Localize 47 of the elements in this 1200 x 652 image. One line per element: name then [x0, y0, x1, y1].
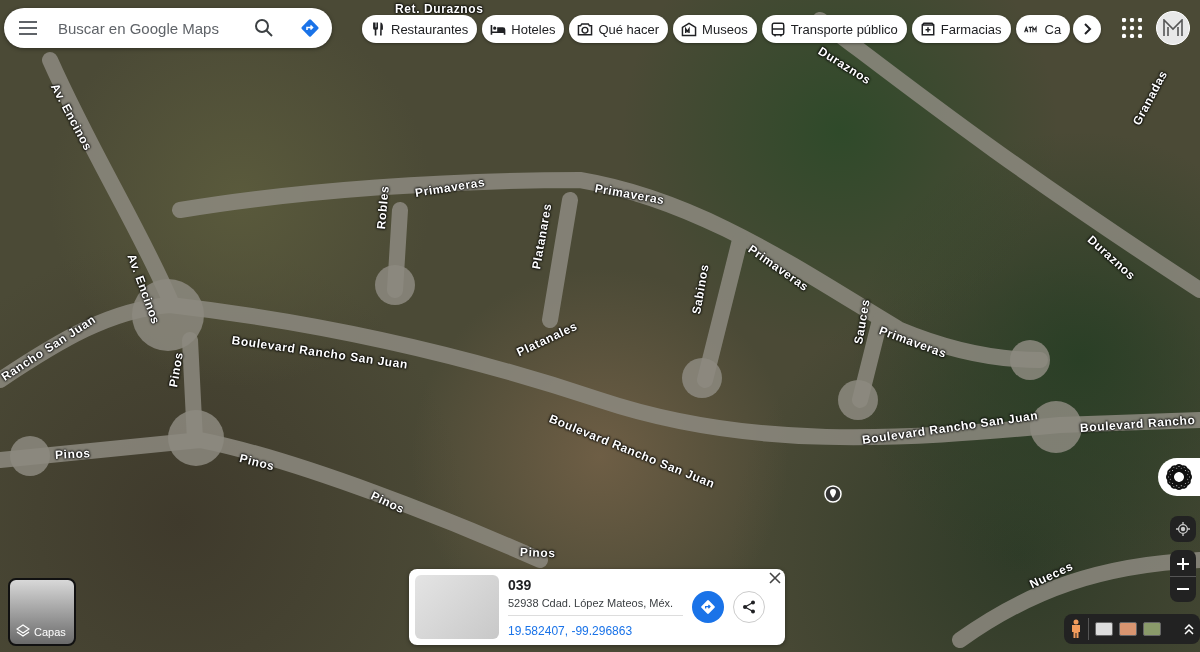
traffic-thumbnail[interactable] [1119, 622, 1137, 636]
plus-icon [1177, 558, 1189, 570]
search-icon[interactable] [254, 18, 274, 38]
place-pin-icon[interactable] [824, 485, 842, 503]
coordinates-link[interactable]: 19.582407, -99.296863 [508, 623, 633, 638]
location-target-icon [1176, 521, 1190, 537]
apps-grid-icon[interactable] [1122, 18, 1142, 38]
street-label: Boulevard Rancho [1079, 412, 1196, 435]
directions-icon [700, 599, 716, 615]
category-chip[interactable]: Restaurantes [362, 15, 478, 43]
directions-button[interactable] [692, 591, 724, 623]
my-location-button[interactable] [1170, 516, 1196, 542]
street-label: Pinos [54, 446, 92, 462]
category-chip[interactable]: Hoteles [482, 15, 565, 43]
museum-icon [680, 20, 699, 38]
category-chip[interactable]: Transporte público [761, 15, 907, 43]
street-label: Sauces [851, 298, 873, 346]
share-icon [742, 600, 756, 614]
terrain-thumbnail[interactable] [1095, 622, 1113, 636]
category-chip[interactable]: Farmacias [911, 15, 1011, 43]
share-button[interactable] [733, 591, 765, 623]
street-label: Primaveras [414, 175, 487, 200]
expand-icon[interactable] [1184, 623, 1194, 635]
street-label: Primaveras [593, 181, 666, 208]
place-address: 52938 Cdad. López Mateos, Méx. [508, 596, 683, 616]
street-label: Sabinos [689, 262, 712, 316]
layers-button[interactable]: Capas [8, 578, 76, 646]
pegman-icon[interactable] [1070, 619, 1082, 639]
street-label: Pinos [238, 451, 277, 474]
search-field[interactable]: Buscar en Google Maps [4, 8, 332, 48]
satellite-thumbnail[interactable] [1143, 622, 1161, 636]
street-label: Pinos [166, 350, 187, 389]
street-label: Boulevard Rancho San Juan [861, 408, 1040, 447]
minus-icon [1177, 586, 1189, 591]
street-label: Ret. Duraznos [395, 2, 484, 16]
category-chip[interactable]: Qué hacer [569, 15, 669, 43]
street-label: Boulevard Rancho San Juan [230, 333, 409, 372]
layers-icon [16, 624, 30, 638]
menu-icon[interactable] [18, 21, 38, 35]
street-label: Robles [374, 185, 392, 230]
street-label: Pinos [519, 545, 556, 561]
camera-icon [576, 20, 595, 38]
category-chip[interactable]: Museos [673, 15, 757, 43]
street-label: Platanares [529, 202, 555, 271]
close-icon[interactable] [769, 572, 781, 584]
place-title: 039 [508, 576, 533, 593]
chevron-right-icon [1082, 23, 1093, 35]
